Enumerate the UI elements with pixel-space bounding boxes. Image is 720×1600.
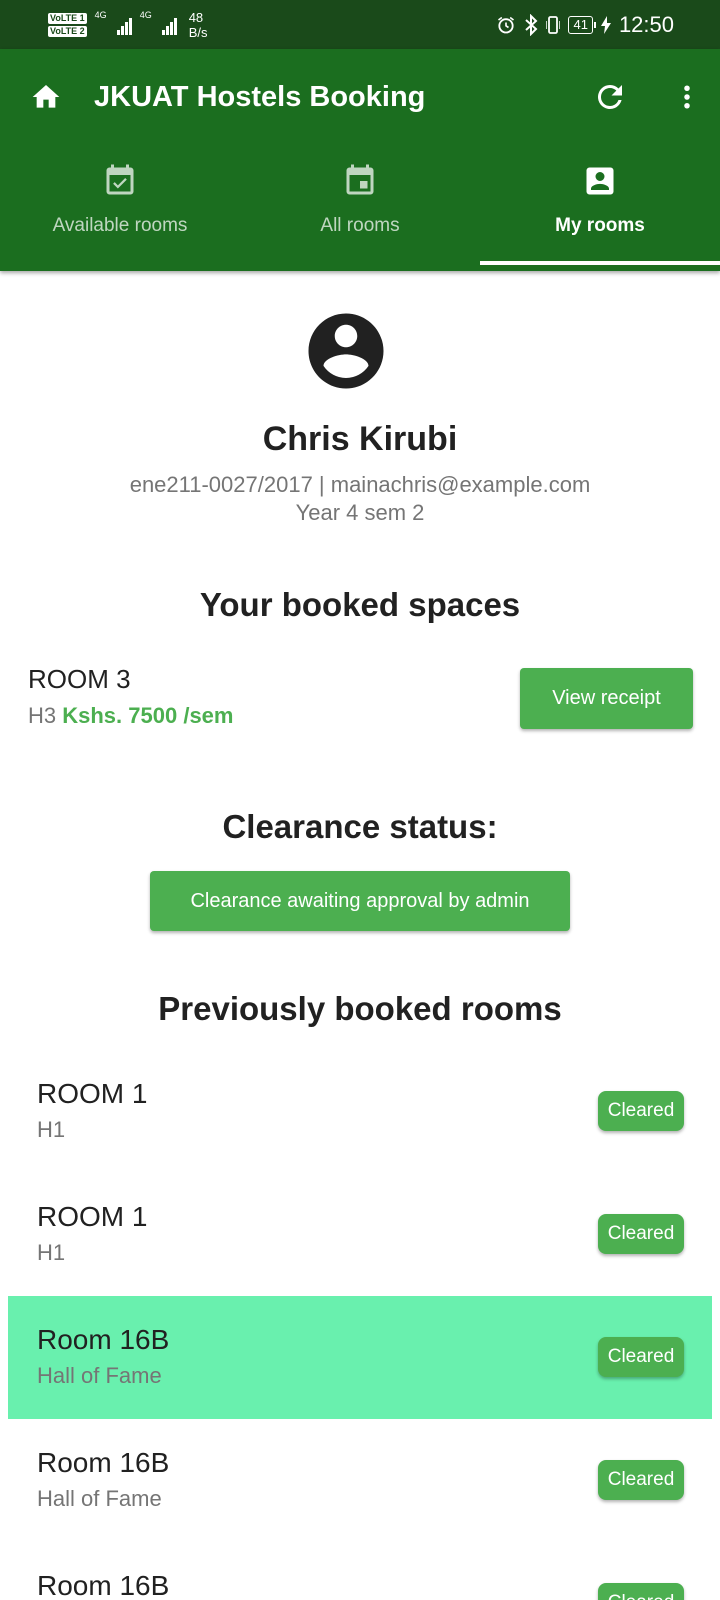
refresh-icon[interactable] xyxy=(592,79,628,115)
network-type-1: 4G xyxy=(94,9,107,20)
hostel-name: H1 xyxy=(37,1117,66,1142)
status-badge: Cleared xyxy=(598,1460,684,1500)
home-icon[interactable] xyxy=(30,81,62,113)
status-badge: Cleared xyxy=(598,1337,684,1377)
network-speed-unit: B/s xyxy=(188,24,208,40)
bluetooth-icon xyxy=(525,13,538,36)
booked-room-name: ROOM 3 xyxy=(28,664,131,694)
list-item[interactable]: Room 16B Hall of Fame Cleared xyxy=(8,1419,712,1542)
more-vert-icon[interactable] xyxy=(672,80,702,114)
volte-1-badge: VoLTE 1 xyxy=(48,12,87,24)
list-item[interactable]: ROOM 1 H1 Cleared xyxy=(8,1173,712,1296)
tab-available-rooms[interactable]: Available rooms xyxy=(0,145,240,271)
profile-id-email: ene211-0027/2017 | mainachris@example.co… xyxy=(129,472,591,497)
clearance-status-button[interactable]: Clearance awaiting approval by admin xyxy=(150,871,570,931)
charging-icon xyxy=(600,15,611,34)
profile-year: Year 4 sem 2 xyxy=(295,500,425,525)
hostel-name: H1 xyxy=(37,1240,66,1265)
vibrate-icon xyxy=(546,15,561,34)
tab-all-rooms[interactable]: All rooms xyxy=(240,145,480,271)
clock: 12:50 xyxy=(618,11,674,37)
status-bar: VoLTE 1 VoLTE 2 4G 4G 48 B/s 41 12:50 xyxy=(0,0,720,49)
volte-2-badge: VoLTE 2 xyxy=(48,25,87,37)
network-speed: 48 B/s xyxy=(189,10,208,40)
room-name: Room 16B xyxy=(37,1447,170,1478)
profile-name: Chris Kirubi xyxy=(262,420,458,458)
previous-rooms-list: ROOM 1 H1 Cleared ROOM 1 H1 Cleared Room… xyxy=(8,1050,712,1600)
volte-indicators: VoLTE 1 VoLTE 2 xyxy=(48,12,87,37)
room-name: ROOM 1 xyxy=(37,1078,148,1109)
calendar-icon xyxy=(346,164,374,195)
event-available-icon xyxy=(106,164,134,195)
booked-spaces-heading: Your booked spaces xyxy=(199,586,521,623)
app-title: JKUAT Hostels Booking xyxy=(94,80,426,113)
hostel-name: Hall of Fame xyxy=(37,1363,162,1388)
status-badge: Cleared xyxy=(598,1583,684,1600)
tab-available-rooms-label: Available rooms xyxy=(52,215,188,236)
clearance-heading: Clearance status: xyxy=(222,808,498,845)
signal-2-icon xyxy=(161,15,177,35)
booked-price: Kshs. 7500 /sem xyxy=(62,703,234,728)
signal-1-icon xyxy=(116,15,132,35)
alarm-icon xyxy=(498,16,515,33)
previous-rooms-heading: Previously booked rooms xyxy=(158,990,562,1027)
network-type-2: 4G xyxy=(139,9,152,20)
list-item-selected[interactable]: Room 16B Hall of Fame Cleared xyxy=(8,1296,712,1419)
tab-my-rooms-label: My rooms xyxy=(555,215,645,236)
hostel-name: Hall of Fame xyxy=(37,1486,162,1511)
status-right: 41 12:50 xyxy=(496,12,674,38)
battery-level: 41 xyxy=(568,15,597,34)
room-name: Room 16B xyxy=(37,1324,170,1355)
status-left: VoLTE 1 VoLTE 2 4G 4G 48 B/s xyxy=(48,10,208,40)
status-badge: Cleared xyxy=(598,1091,684,1131)
app-bar: JKUAT Hostels Booking Available rooms Al… xyxy=(0,49,720,271)
tab-all-rooms-label: All rooms xyxy=(320,215,400,236)
view-receipt-button[interactable]: View receipt xyxy=(520,668,693,729)
booked-hostel: H3 xyxy=(28,703,57,728)
status-badge: Cleared xyxy=(598,1214,684,1254)
app-bar-top: JKUAT Hostels Booking xyxy=(0,49,720,145)
room-name: Room 16B xyxy=(37,1570,170,1600)
network-speed-value: 48 xyxy=(188,9,204,25)
list-item[interactable]: ROOM 1 H1 Cleared xyxy=(8,1050,712,1173)
account-circle-icon xyxy=(308,313,384,389)
account-box-icon xyxy=(586,167,614,195)
list-item[interactable]: Room 16B Cleared xyxy=(8,1542,712,1600)
room-name: ROOM 1 xyxy=(37,1201,148,1232)
tab-my-rooms[interactable]: My rooms xyxy=(480,145,720,271)
booked-room-meta: H3 Kshs. 7500 /sem xyxy=(28,703,233,729)
tab-bar: Available rooms All rooms My rooms xyxy=(0,145,720,271)
